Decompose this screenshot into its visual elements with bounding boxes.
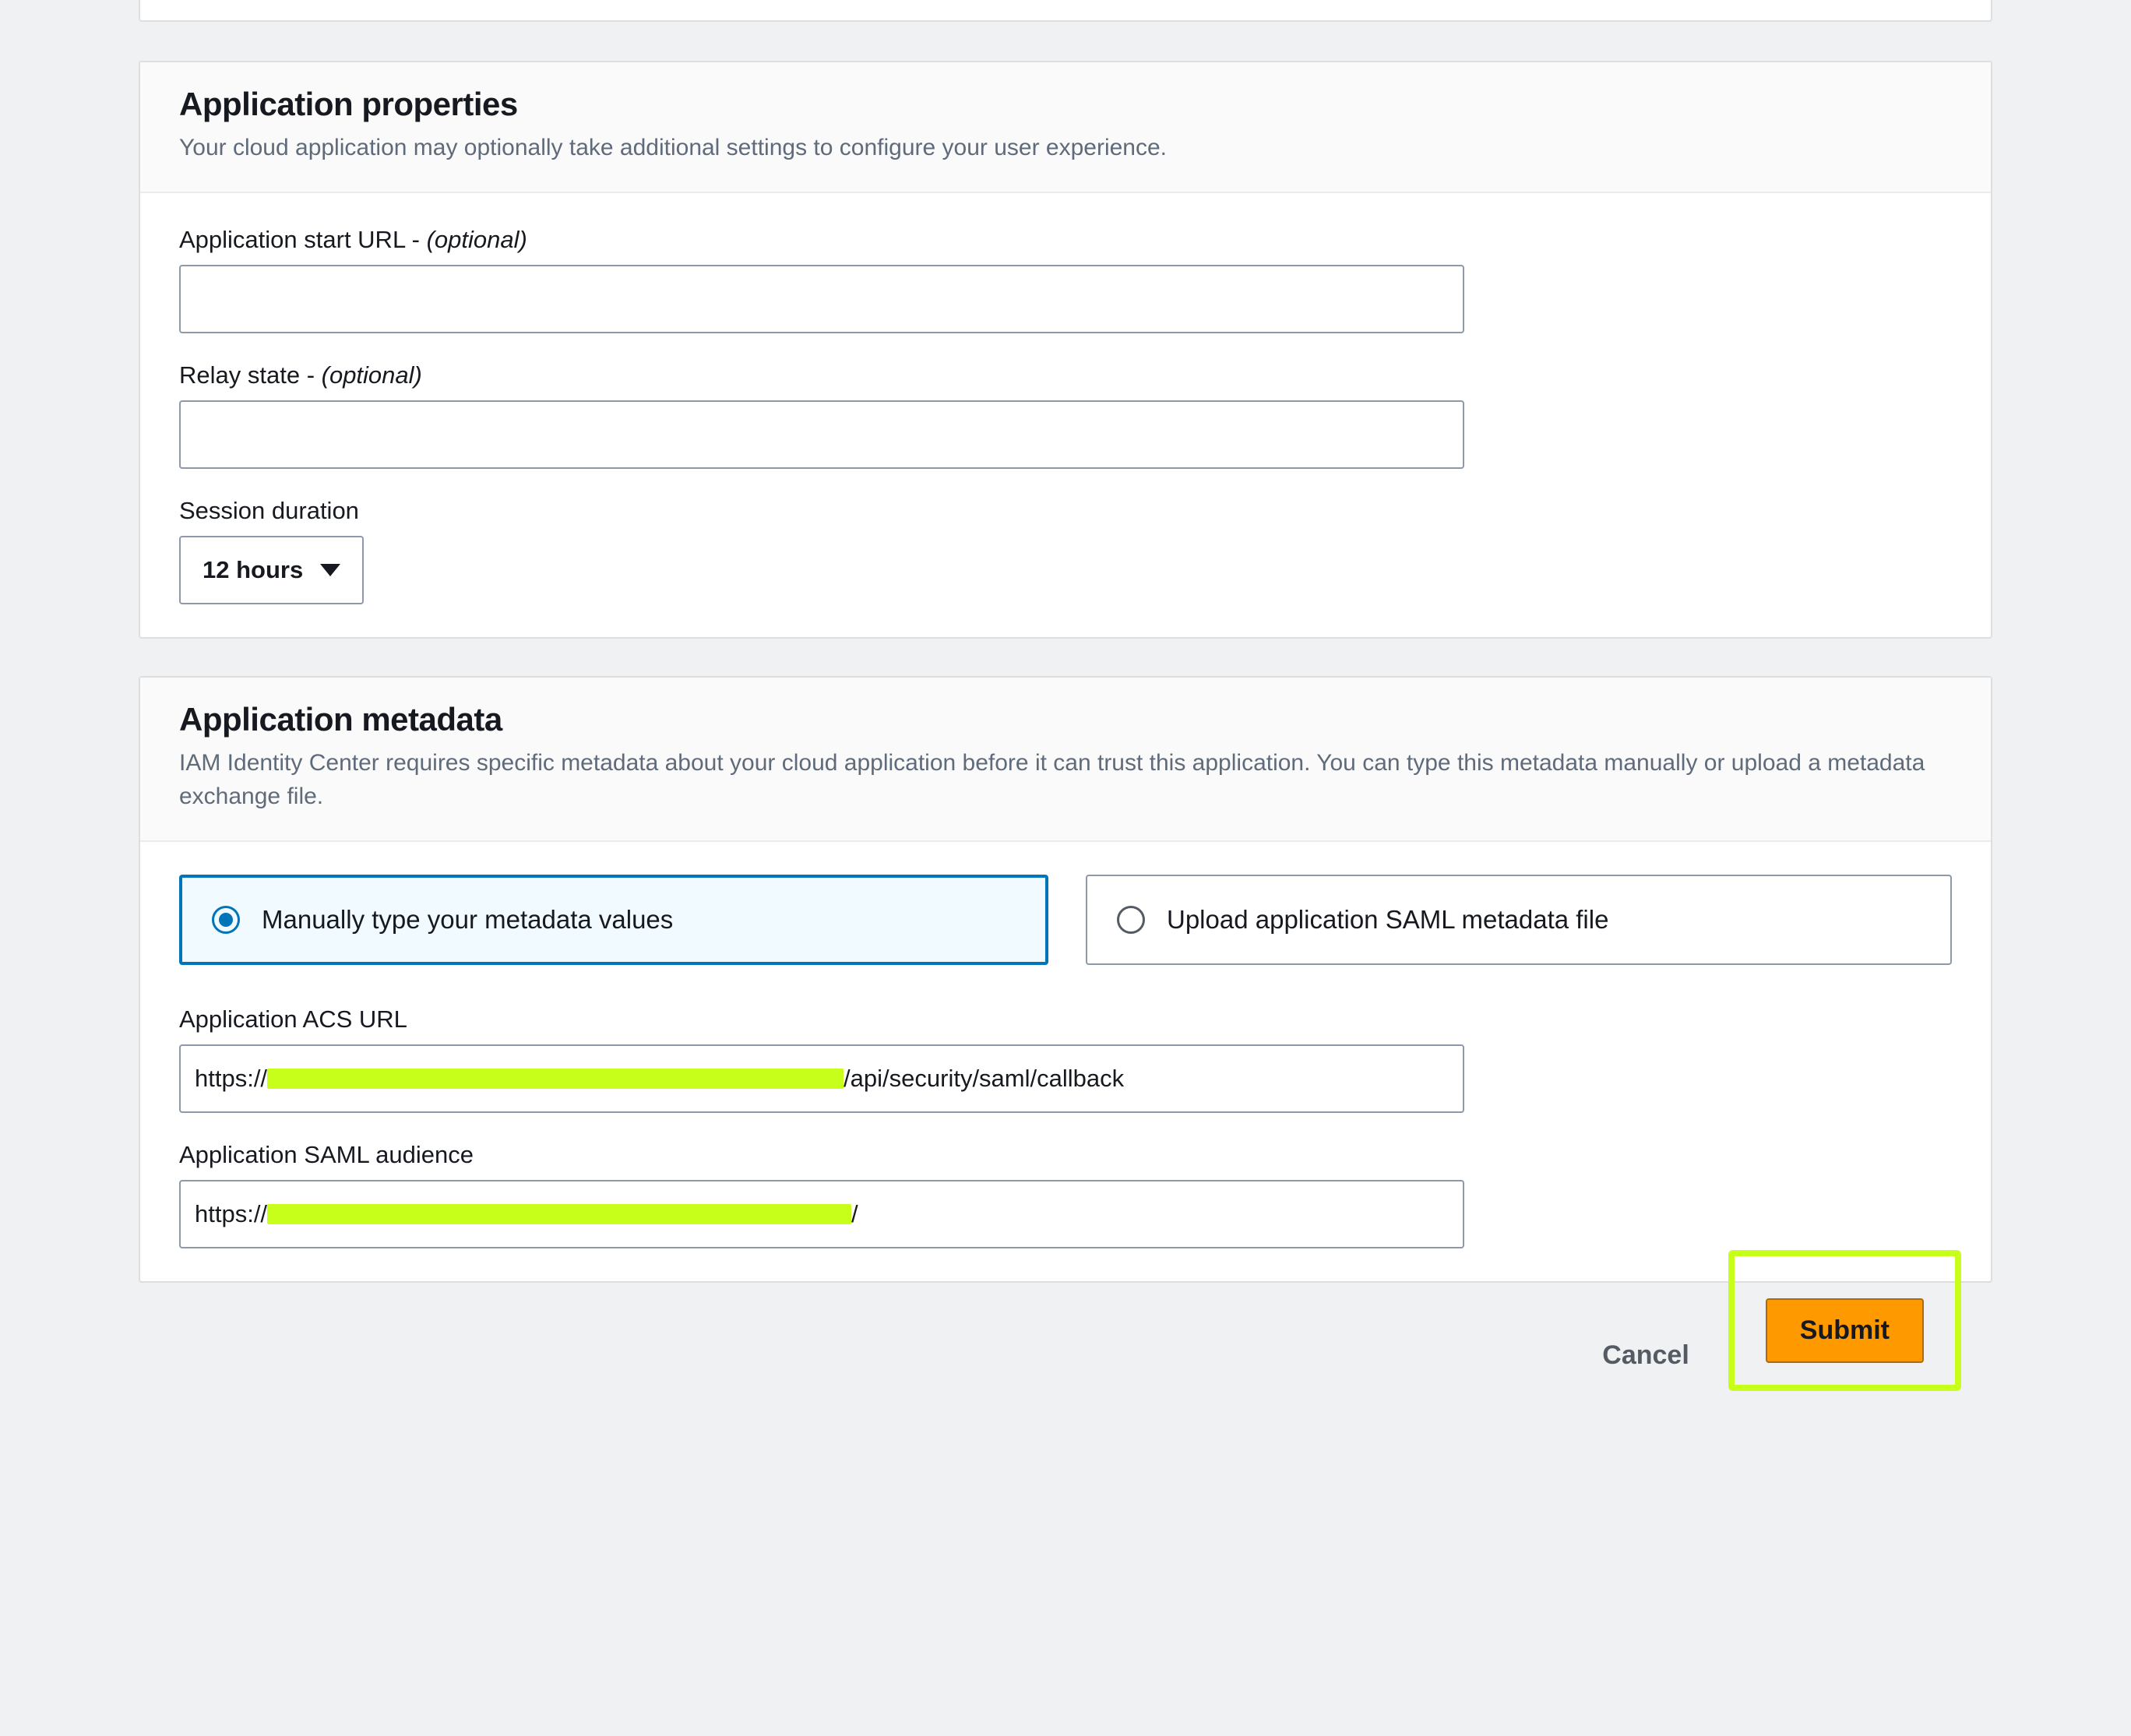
application-start-url-field: Application start URL - (optional) (179, 226, 1952, 333)
application-saml-audience-field: Application SAML audience https:/// (179, 1141, 1952, 1248)
relay-state-input[interactable] (179, 400, 1464, 469)
relay-state-field: Relay state - (optional) (179, 361, 1952, 469)
redacted-host (267, 1204, 851, 1224)
application-acs-url-field: Application ACS URL https:///api/securit… (179, 1005, 1952, 1113)
card-header: Application metadata IAM Identity Center… (140, 678, 1991, 842)
application-start-url-input[interactable] (179, 265, 1464, 333)
application-acs-url-input[interactable]: https:///api/security/saml/callback (179, 1044, 1464, 1113)
radio-manual-metadata[interactable]: Manually type your metadata values (179, 875, 1048, 965)
card-title: Application properties (179, 86, 1952, 123)
application-properties-card: Application properties Your cloud applic… (139, 61, 1992, 639)
previous-card-bottom (139, 0, 1992, 22)
radio-upload-metadata[interactable]: Upload application SAML metadata file (1086, 875, 1952, 965)
application-saml-audience-input[interactable]: https:/// (179, 1180, 1464, 1248)
field-label: Application ACS URL (179, 1005, 1952, 1034)
form-actions: Cancel Submit (139, 1320, 1992, 1391)
session-duration-select[interactable]: 12 hours (179, 536, 364, 604)
radio-icon (212, 906, 240, 934)
metadata-mode-radio-group: Manually type your metadata values Uploa… (179, 875, 1952, 965)
field-label: Application start URL - (optional) (179, 226, 1952, 254)
field-label: Application SAML audience (179, 1141, 1952, 1169)
radio-label: Manually type your metadata values (262, 905, 673, 935)
card-subtitle: IAM Identity Center requires specific me… (179, 746, 1952, 814)
field-label: Relay state - (optional) (179, 361, 1952, 389)
select-value: 12 hours (203, 556, 303, 584)
radio-icon (1117, 906, 1145, 934)
caret-down-icon (320, 564, 340, 576)
card-title: Application metadata (179, 701, 1952, 738)
application-metadata-card: Application metadata IAM Identity Center… (139, 676, 1992, 1283)
redacted-host (267, 1069, 844, 1089)
card-subtitle: Your cloud application may optionally ta… (179, 131, 1952, 165)
session-duration-field: Session duration 12 hours (179, 497, 1952, 604)
submit-button[interactable]: Submit (1766, 1298, 1924, 1363)
field-label: Session duration (179, 497, 1952, 525)
cancel-button[interactable]: Cancel (1594, 1325, 1697, 1386)
card-header: Application properties Your cloud applic… (140, 62, 1991, 193)
radio-label: Upload application SAML metadata file (1167, 905, 1608, 935)
submit-highlight: Submit (1728, 1250, 1961, 1391)
